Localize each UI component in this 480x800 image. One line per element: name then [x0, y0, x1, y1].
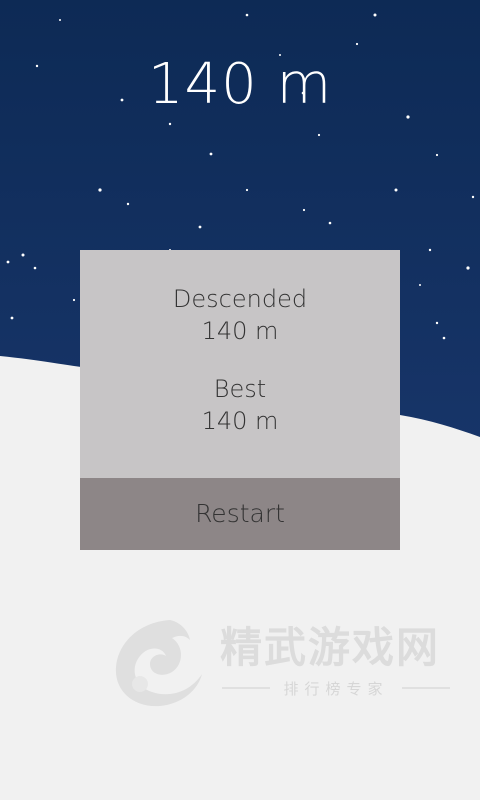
distance-counter: 140 m: [147, 52, 333, 117]
descended-value: 140 m: [201, 317, 279, 345]
watermark-subtitle: 排行榜专家: [283, 680, 389, 698]
score-panel: Descended 140 m Best 140 m: [80, 250, 400, 478]
watermark-title: 精武游戏网: [220, 623, 441, 672]
descended-label: Descended: [172, 285, 308, 313]
watermark: 精武游戏网 排行榜专家: [110, 612, 455, 712]
restart-button[interactable]: Restart: [80, 478, 400, 550]
best-value: 140 m: [201, 407, 279, 435]
best-label: Best: [213, 375, 267, 403]
game-over-dialog: Descended 140 m Best 140 m Restart: [80, 250, 400, 550]
